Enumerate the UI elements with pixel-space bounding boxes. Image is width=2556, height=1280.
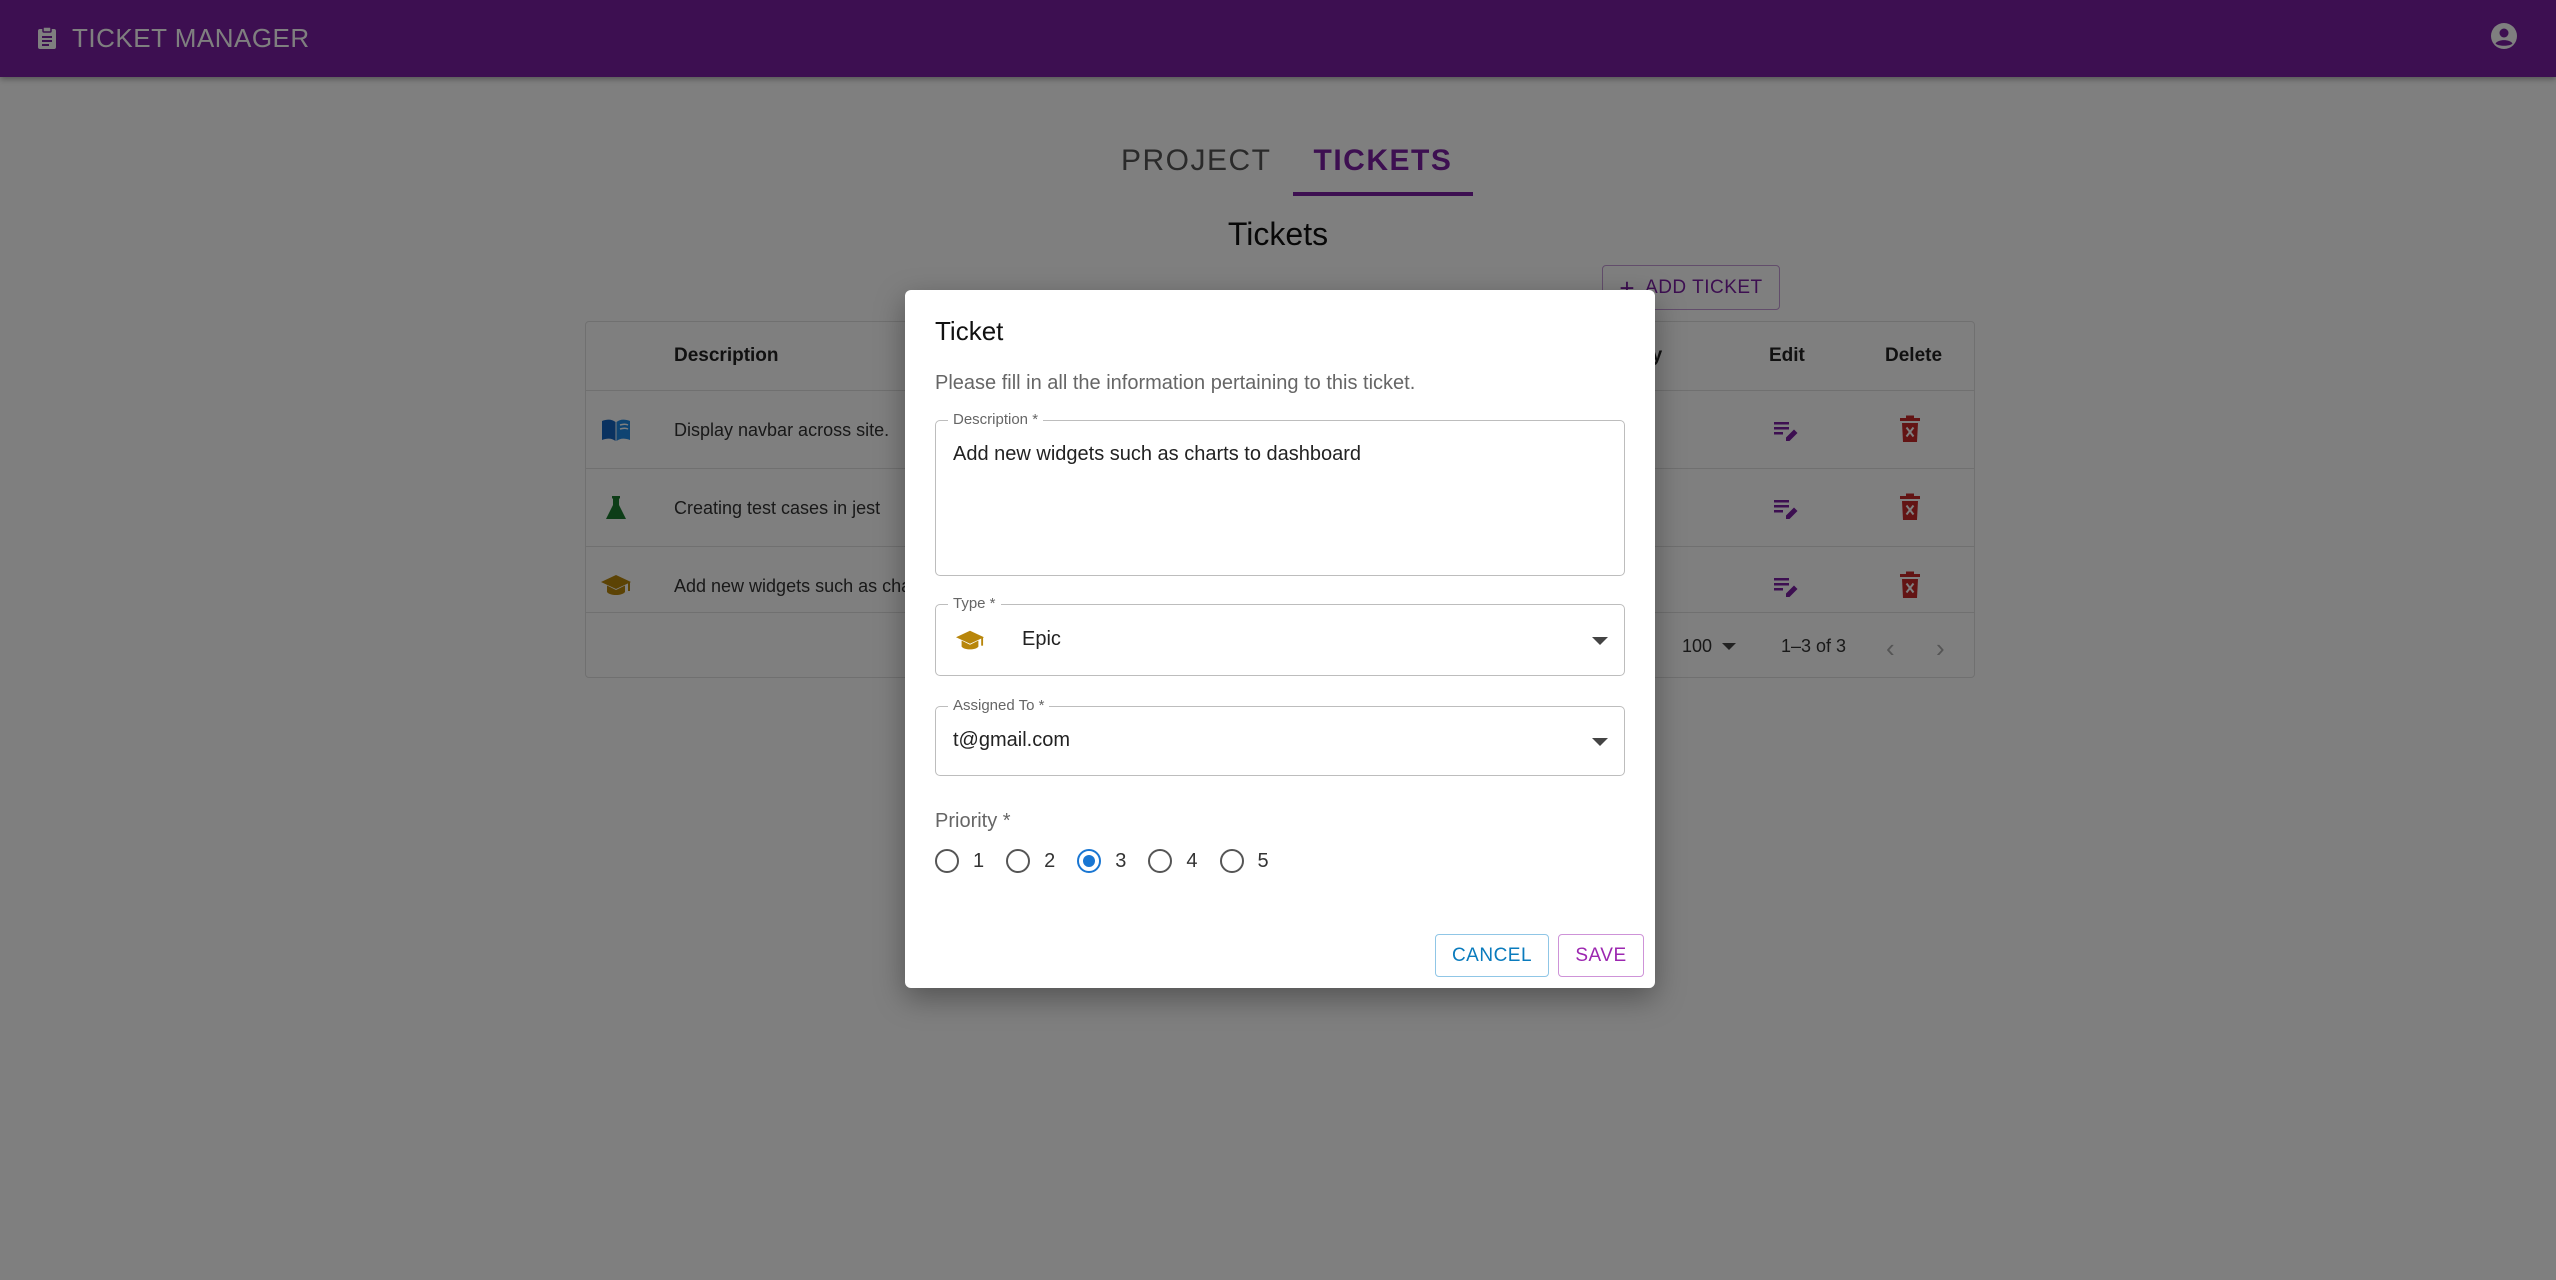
description-field[interactable]: Description * Add new widgets such as ch… [935,411,1625,576]
chevron-down-icon[interactable] [1592,637,1608,645]
description-label: Description * [948,411,1044,429]
priority-radio-label: 5 [1257,849,1269,872]
radio-circle[interactable] [1219,849,1244,873]
type-select[interactable]: Type * Epic [935,595,1625,676]
ticket-dialog: Ticket Please fill in all the informatio… [905,290,1655,988]
priority-radio-2[interactable]: 2 [1006,849,1055,873]
priority-radio-1[interactable]: 1 [935,849,984,873]
priority-radio-label: 4 [1186,849,1198,872]
description-value[interactable]: Add new widgets such as charts to dashbo… [953,443,1361,466]
priority-radio-5[interactable]: 5 [1219,849,1269,873]
save-button[interactable]: SAVE [1558,934,1644,977]
assigned-to-value: t@gmail.com [953,729,1070,751]
priority-label: Priority * [935,810,1011,832]
assigned-to-label: Assigned To * [948,697,1050,715]
radio-circle[interactable] [1006,849,1031,873]
priority-radio-4[interactable]: 4 [1148,849,1198,873]
dialog-title: Ticket [935,316,1004,346]
type-value: Epic [1022,628,1061,650]
priority-radio-group: 1 2 3 4 5 [935,846,1291,876]
priority-radio-label: 2 [1044,849,1056,872]
priority-radio-label: 1 [973,849,985,872]
radio-circle[interactable] [935,849,959,873]
assigned-to-select[interactable]: Assigned To * t@gmail.com [935,697,1625,776]
radio-circle[interactable] [1077,849,1102,873]
type-label: Type * [948,595,1001,613]
radio-circle[interactable] [1148,849,1173,873]
priority-radio-label: 3 [1115,849,1127,872]
priority-radio-3[interactable]: 3 [1077,849,1126,873]
dialog-subtitle: Please fill in all the information perta… [935,372,1416,394]
epic-graduation-cap-icon [956,630,984,650]
chevron-down-icon[interactable] [1592,738,1608,746]
cancel-button[interactable]: CANCEL [1435,934,1549,977]
